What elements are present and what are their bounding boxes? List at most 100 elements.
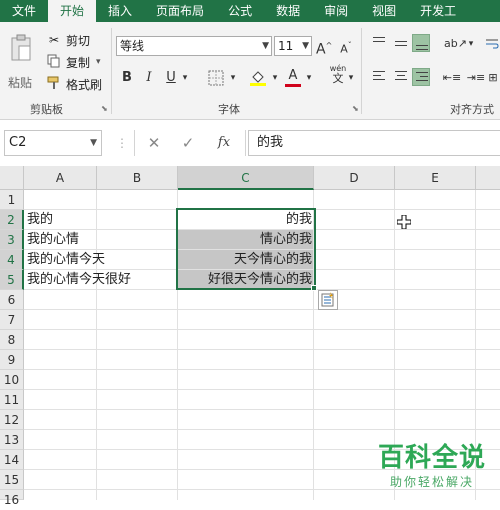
tab-developer[interactable]: 开发工 bbox=[408, 0, 468, 22]
row-header[interactable]: 5 bbox=[0, 270, 24, 290]
row-header[interactable]: 16 bbox=[0, 490, 24, 507]
dialog-launcher-icon[interactable]: ⬊ bbox=[352, 104, 359, 113]
cell-cursor-icon bbox=[397, 215, 411, 229]
cell-a2[interactable]: 我的 bbox=[24, 210, 164, 230]
tab-page-layout[interactable]: 页面布局 bbox=[144, 0, 216, 22]
copy-button[interactable]: 复制 ▾ bbox=[46, 52, 101, 72]
cut-button[interactable]: ✂ 剪切 bbox=[46, 30, 90, 50]
row-header[interactable]: 11 bbox=[0, 390, 24, 410]
merge-center-button[interactable]: ⊞ bbox=[486, 68, 500, 88]
wrap-text-icon bbox=[486, 39, 499, 49]
tab-review[interactable]: 审阅 bbox=[312, 0, 360, 22]
tab-data[interactable]: 数据 bbox=[264, 0, 312, 22]
cancel-icon[interactable]: ✕ bbox=[141, 130, 167, 156]
column-header-c[interactable]: C bbox=[178, 166, 314, 190]
wrap-text-button[interactable] bbox=[484, 34, 500, 54]
row-header[interactable]: 15 bbox=[0, 470, 24, 490]
row-header[interactable]: 14 bbox=[0, 450, 24, 470]
chevron-down-icon[interactable]: ▾ bbox=[346, 68, 356, 88]
align-top-button[interactable] bbox=[370, 34, 388, 52]
row-header[interactable]: 10 bbox=[0, 370, 24, 390]
insert-function-icon[interactable]: fx bbox=[211, 130, 237, 156]
row-header[interactable]: 1 bbox=[0, 190, 24, 210]
font-size-value: 11 bbox=[278, 39, 294, 53]
cell-a4[interactable]: 我的心情今天 bbox=[24, 250, 164, 270]
row-header[interactable]: 7 bbox=[0, 310, 24, 330]
align-bottom-button[interactable] bbox=[412, 34, 430, 52]
shrink-font-button[interactable]: Aˇ bbox=[338, 36, 354, 56]
shrink-font-label: A bbox=[340, 42, 348, 56]
dialog-launcher-icon[interactable]: ⬊ bbox=[101, 104, 108, 113]
copy-label: 复制 bbox=[66, 55, 91, 70]
cut-label: 剪切 bbox=[66, 33, 91, 48]
select-all-corner[interactable] bbox=[0, 166, 24, 190]
chevron-down-icon[interactable]: ▾ bbox=[270, 68, 280, 88]
italic-button[interactable]: I bbox=[140, 68, 158, 88]
tab-insert[interactable]: 插入 bbox=[96, 0, 144, 22]
column-header-b[interactable]: B bbox=[97, 166, 178, 190]
row-header[interactable]: 9 bbox=[0, 350, 24, 370]
underline-button[interactable]: U bbox=[162, 68, 180, 88]
chevron-down-icon: ▼ bbox=[302, 41, 309, 51]
fill-handle[interactable] bbox=[311, 285, 317, 291]
row-header[interactable]: 6 bbox=[0, 290, 24, 310]
row-header[interactable]: 3 bbox=[0, 230, 24, 250]
cell-a3[interactable]: 我的心情 bbox=[24, 230, 164, 250]
ribbon: 粘贴 ✂ 剪切 复制 ▾ 格式刷 剪贴板 ⬊ 等线 ▼ 11 ▼ A^ Aˇ B… bbox=[0, 22, 500, 120]
more-options-icon[interactable]: ⋮ bbox=[116, 136, 128, 150]
font-size-select[interactable]: 11 ▼ bbox=[274, 36, 312, 56]
align-center-button[interactable] bbox=[392, 68, 410, 86]
column-header-partial[interactable] bbox=[476, 166, 500, 190]
paste-label: 粘贴 bbox=[8, 76, 33, 90]
fill-color-button[interactable] bbox=[248, 68, 268, 88]
paint-bucket-icon bbox=[250, 71, 266, 86]
formula-input[interactable]: 的我 bbox=[248, 130, 500, 156]
increase-indent-button[interactable]: ⇥≡ bbox=[466, 68, 486, 88]
grow-font-button[interactable]: A^ bbox=[316, 36, 332, 58]
tab-formulas[interactable]: 公式 bbox=[216, 0, 264, 22]
font-name-select[interactable]: 等线 ▼ bbox=[116, 36, 272, 56]
row-header[interactable]: 2 bbox=[0, 210, 24, 230]
decrease-indent-button[interactable]: ⇤≡ bbox=[442, 68, 462, 88]
chevron-down-icon[interactable]: ▾ bbox=[228, 68, 238, 88]
tab-file[interactable]: 文件 bbox=[0, 0, 48, 22]
font-group-label: 字体 bbox=[218, 103, 240, 116]
format-painter-button[interactable]: 格式刷 bbox=[46, 74, 102, 94]
clipboard-icon bbox=[11, 34, 31, 61]
row-header[interactable]: 8 bbox=[0, 330, 24, 350]
font-color-button[interactable]: A bbox=[284, 66, 302, 87]
watermark-title: 百科全说 bbox=[377, 443, 486, 473]
column-header-d[interactable]: D bbox=[314, 166, 395, 190]
chevron-down-icon[interactable]: ▾ bbox=[180, 68, 190, 88]
chevron-down-icon[interactable]: ▾ bbox=[304, 68, 314, 88]
align-middle-button[interactable] bbox=[392, 34, 410, 52]
grow-font-label: A bbox=[316, 41, 326, 58]
row-header[interactable]: 13 bbox=[0, 430, 24, 450]
column-header-a[interactable]: A bbox=[24, 166, 97, 190]
flash-fill-options-button[interactable] bbox=[318, 290, 338, 310]
bold-button[interactable]: B bbox=[118, 68, 136, 88]
tab-view[interactable]: 视图 bbox=[360, 0, 408, 22]
border-icon bbox=[208, 70, 224, 86]
cell-a5[interactable]: 我的心情今天很好 bbox=[24, 270, 177, 290]
paste-button[interactable]: 粘贴 bbox=[6, 32, 38, 92]
confirm-icon[interactable]: ✓ bbox=[175, 130, 201, 156]
column-header-e[interactable]: E bbox=[395, 166, 476, 190]
chevron-down-icon[interactable]: ▼ bbox=[90, 131, 97, 155]
row-header[interactable]: 12 bbox=[0, 410, 24, 430]
align-right-button[interactable] bbox=[412, 68, 430, 86]
flash-fill-icon bbox=[321, 292, 334, 307]
outdent-icon: ⇤≡ bbox=[442, 71, 462, 84]
align-left-button[interactable] bbox=[370, 68, 388, 86]
row-header[interactable]: 4 bbox=[0, 250, 24, 270]
copy-dropdown-icon[interactable]: ▾ bbox=[96, 57, 101, 67]
font-color-label: A bbox=[288, 68, 298, 83]
watermark-logo: 百科全说 助你轻松解决 bbox=[378, 443, 486, 490]
font-name-value: 等线 bbox=[120, 39, 145, 53]
tab-home[interactable]: 开始 bbox=[48, 0, 97, 22]
orientation-button[interactable]: ab↗ bbox=[444, 34, 467, 54]
chevron-down-icon[interactable]: ▾ bbox=[466, 34, 476, 54]
name-box[interactable]: C2 ▼ bbox=[4, 130, 102, 156]
borders-button[interactable] bbox=[206, 68, 226, 88]
chevron-down-icon: ▼ bbox=[262, 41, 269, 51]
